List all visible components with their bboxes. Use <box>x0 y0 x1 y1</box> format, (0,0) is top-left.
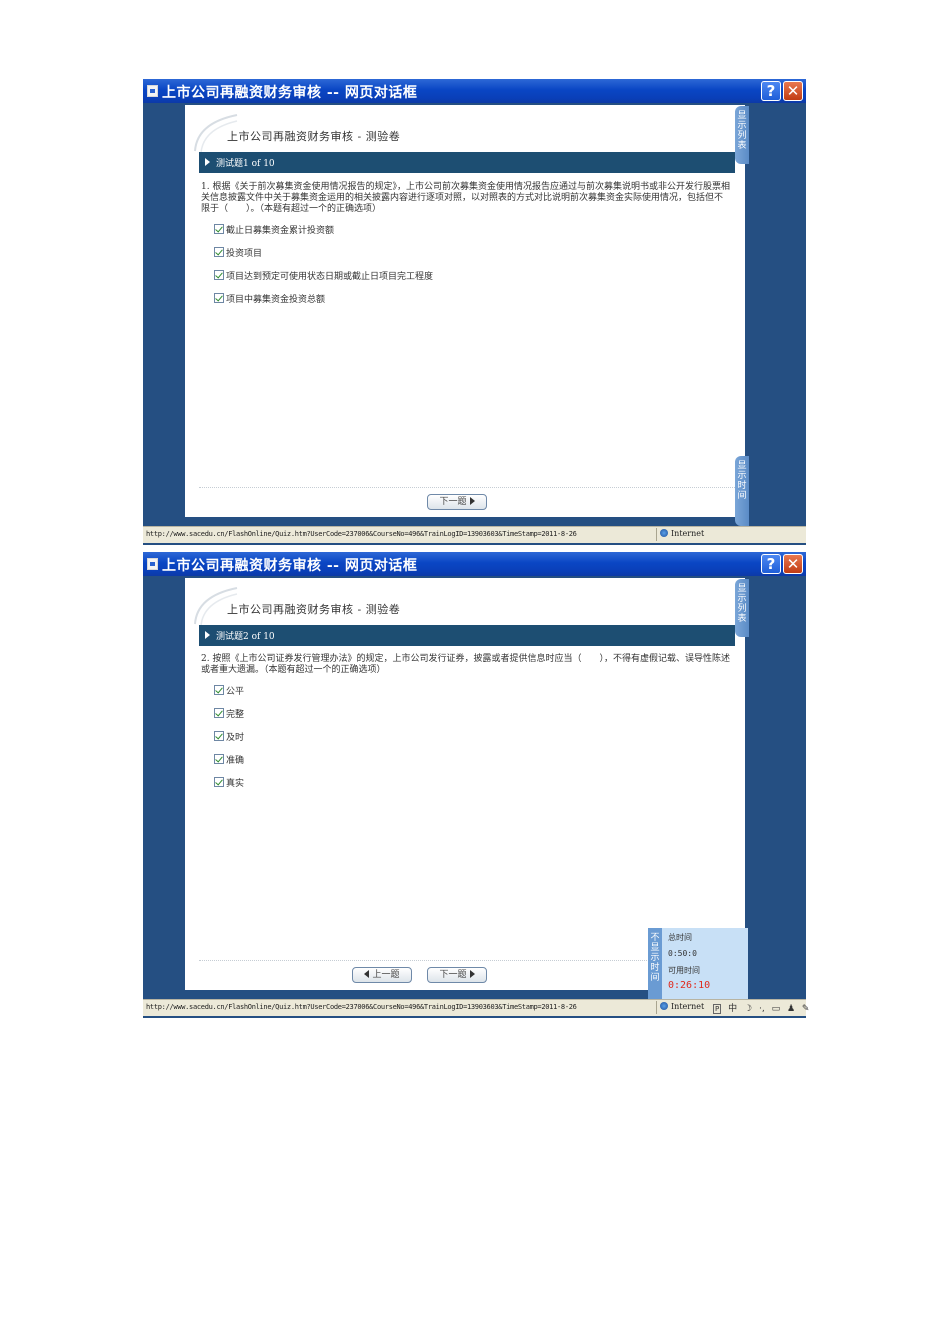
wrench-icon[interactable]: ✎ <box>802 1004 810 1014</box>
checkbox-checked-icon[interactable] <box>214 247 224 257</box>
title-bar[interactable]: 上市公司再融资财务审核 -- 网页对话框 ? ✕ <box>143 552 806 576</box>
arrow-right-icon <box>205 631 210 639</box>
option-label: 准确 <box>226 756 245 766</box>
keyboard-icon[interactable]: ▭ <box>772 1004 781 1014</box>
arrow-right-icon <box>205 158 210 166</box>
divider <box>199 487 735 488</box>
question-header: 测试题1 of 10 <box>216 159 275 169</box>
arrow-left-icon <box>364 970 370 978</box>
page-icon <box>147 85 158 97</box>
status-bar: http://www.sacedu.cn/FlashOnline/Quiz.ht… <box>143 999 809 1016</box>
timer-panel: 不显示时间 总时间 0:50:0 可用时间 0:26:10 <box>648 928 748 1000</box>
globe-icon <box>660 529 668 537</box>
close-button[interactable]: ✕ <box>783 81 803 101</box>
checkbox-checked-icon[interactable] <box>214 708 224 718</box>
zone-label: Internet <box>671 1002 705 1011</box>
checkbox-checked-icon[interactable] <box>214 293 224 303</box>
status-separator <box>656 1001 657 1014</box>
next-label: 下一题 <box>439 970 467 980</box>
show-time-tab[interactable]: 显示时间 <box>735 456 749 526</box>
option-label: 截止日募集资金累计投资额 <box>226 226 335 236</box>
ime-icon[interactable]: P <box>713 1004 722 1014</box>
option-label: 完整 <box>226 710 245 720</box>
quiz-dialog-window-2: 上市公司再融资财务审核 -- 网页对话框 ? ✕ 上市公司再融资财务审核 - 测… <box>143 552 809 1018</box>
status-url: http://www.sacedu.cn/FlashOnline/Quiz.ht… <box>146 530 577 538</box>
checkbox-checked-icon[interactable] <box>214 270 224 280</box>
question-text: 2. 按照《上市公司证券发行管理办法》的规定，上市公司发行证券，披露或者提供信息… <box>201 654 730 675</box>
globe-icon <box>660 1002 668 1010</box>
next-question-button[interactable]: 下一题 <box>427 967 487 983</box>
ime-mode[interactable]: 中 <box>728 1001 737 1014</box>
available-time-value: 0:26:10 <box>668 980 711 991</box>
status-separator <box>656 528 657 541</box>
option-label: 公平 <box>226 687 245 697</box>
available-time-label: 可用时间 <box>668 966 700 975</box>
status-bar: http://www.sacedu.cn/FlashOnline/Quiz.ht… <box>143 526 806 543</box>
question-text: 1. 根据《关于前次募集资金使用情况报告的规定》，上市公司前次募集资金使用情况报… <box>201 182 730 214</box>
user-icon[interactable]: ♟ <box>787 1004 795 1014</box>
close-button[interactable]: ✕ <box>783 554 803 574</box>
next-label: 下一题 <box>439 497 467 507</box>
arrow-right-icon <box>469 970 475 978</box>
security-zone: Internet <box>660 1002 704 1011</box>
option-label: 投资项目 <box>226 249 263 259</box>
question-header: 测试题2 of 10 <box>216 632 275 642</box>
quiz-dialog-window-1: 上市公司再融资财务审核 -- 网页对话框 ? ✕ 上市公司再融资财务审核 - 测… <box>143 79 806 545</box>
checkbox-checked-icon[interactable] <box>214 754 224 764</box>
prev-label: 上一题 <box>372 970 400 980</box>
doc-title: 上市公司再融资财务审核 - 测验卷 <box>227 130 401 143</box>
option-label: 及时 <box>226 733 245 743</box>
checkbox-checked-icon[interactable] <box>214 685 224 695</box>
quiz-panel: 上市公司再融资财务审核 - 测验卷 测试题1 of 10 1. 根据《关于前次募… <box>185 105 745 517</box>
arrow-right-icon <box>469 497 475 505</box>
page-icon <box>147 558 158 570</box>
option-label: 项目中募集资金投资总额 <box>226 295 326 305</box>
moon-icon[interactable]: ☽ <box>744 1004 752 1014</box>
checkbox-checked-icon[interactable] <box>214 777 224 787</box>
question-header-bar: 测试题2 of 10 <box>199 625 735 646</box>
checkbox-checked-icon[interactable] <box>214 224 224 234</box>
show-list-tab[interactable]: 显示列表 <box>735 106 749 164</box>
option-label: 项目达到预定可使用状态日期或截止日项目完工程度 <box>226 272 434 282</box>
show-list-tab[interactable]: 显示列表 <box>735 579 749 637</box>
punctuation-icon[interactable]: ·, <box>759 1004 765 1014</box>
total-time-value: 0:50:0 <box>668 949 697 958</box>
title-bar[interactable]: 上市公司再融资财务审核 -- 网页对话框 ? ✕ <box>143 79 806 103</box>
hide-time-tab[interactable]: 不显示时间 <box>648 928 662 1000</box>
ime-toolbar: P 中 ☽ ·, ▭ ♟ ✎ <box>713 1001 813 1014</box>
checkbox-checked-icon[interactable] <box>214 731 224 741</box>
prev-question-button[interactable]: 上一题 <box>352 967 412 983</box>
security-zone: Internet <box>660 529 704 538</box>
question-header-bar: 测试题1 of 10 <box>199 152 735 173</box>
zone-label: Internet <box>671 529 705 538</box>
help-button[interactable]: ? <box>761 554 781 574</box>
next-question-button[interactable]: 下一题 <box>427 494 487 510</box>
window-title: 上市公司再融资财务审核 -- 网页对话框 <box>162 558 418 574</box>
doc-title: 上市公司再融资财务审核 - 测验卷 <box>227 603 401 616</box>
help-button[interactable]: ? <box>761 81 781 101</box>
total-time-label: 总时间 <box>668 933 692 942</box>
option-label: 真实 <box>226 779 245 789</box>
window-title: 上市公司再融资财务审核 -- 网页对话框 <box>162 85 418 101</box>
status-url: http://www.sacedu.cn/FlashOnline/Quiz.ht… <box>146 1003 577 1011</box>
